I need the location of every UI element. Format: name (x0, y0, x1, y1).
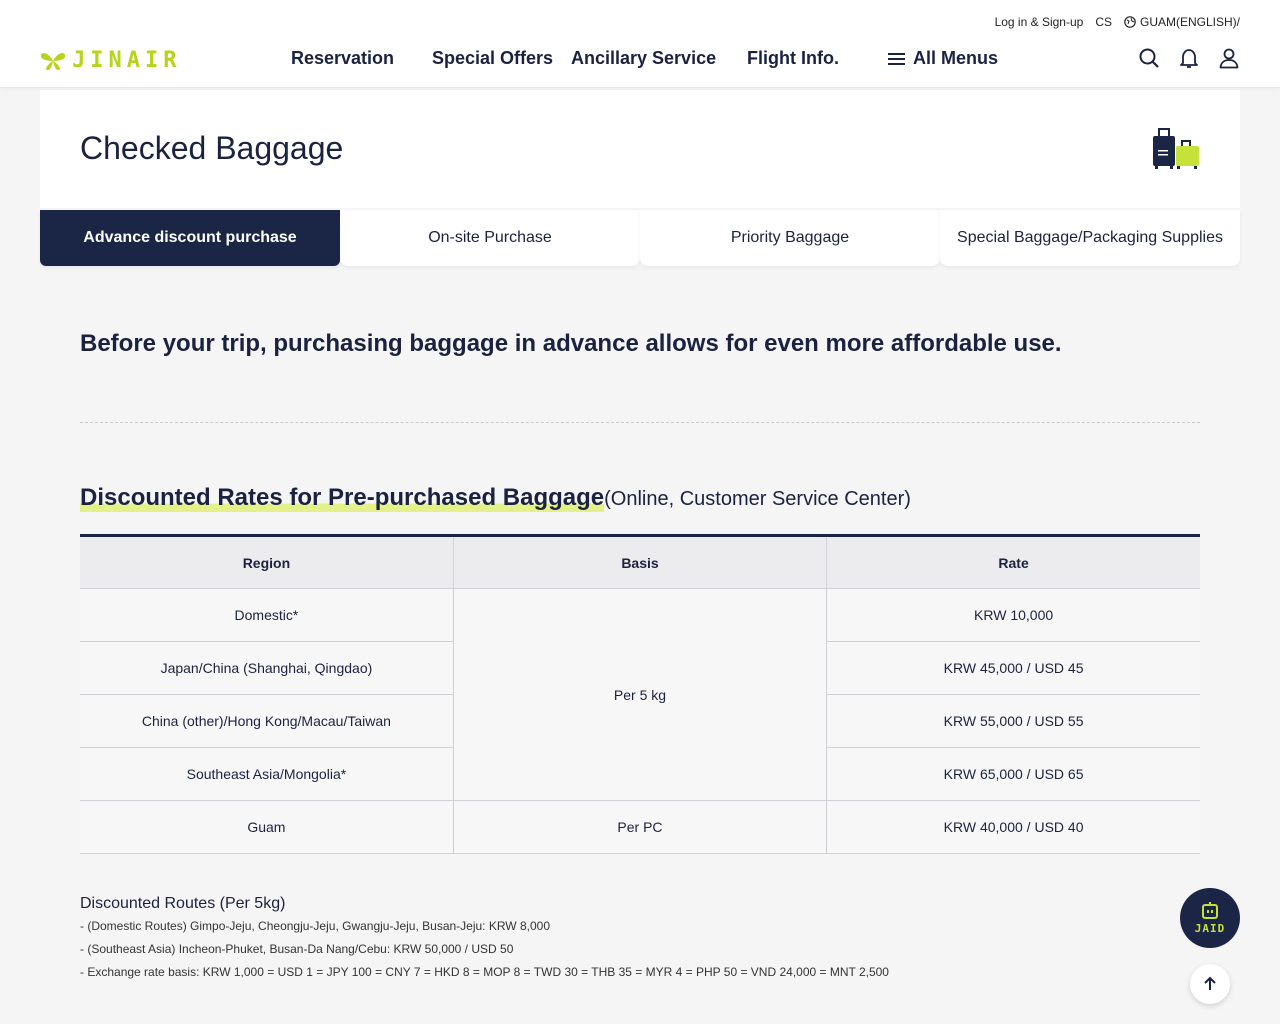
header-basis: Basis (453, 535, 828, 589)
rate-cell: KRW 65,000 / USD 65 (826, 747, 1200, 801)
rate-cell: KRW 40,000 / USD 40 (826, 800, 1200, 854)
bell-icon[interactable] (1178, 47, 1200, 69)
note-item: (Domestic Routes) Gimpo-Jeju, Cheongju-J… (80, 919, 889, 934)
region-cell: China (other)/Hong Kong/Macau/Taiwan (80, 694, 454, 748)
page-title: Checked Baggage (80, 130, 344, 166)
user-icon[interactable] (1218, 47, 1240, 69)
utility-menu: Log in & Sign-up CS GUAM(ENGLISH)/ (995, 15, 1240, 29)
scroll-top-button[interactable] (1190, 964, 1230, 1004)
language-label: GUAM(ENGLISH)/ (1139, 15, 1240, 29)
jaid-label: JAID (1194, 921, 1226, 935)
rate-cell: KRW 55,000 / USD 55 (826, 694, 1200, 748)
note-item: (Southeast Asia) Incheon-Phuket, Busan-D… (80, 942, 889, 957)
tab-advance-discount-purchase[interactable]: Advance discount purchase (40, 210, 340, 266)
table-row: Guam Per PC KRW 40,000 / USD 40 (80, 800, 1200, 854)
globe-icon (1124, 16, 1136, 28)
rates-table: Region Basis Rate Domestic* Per 5 kg KRW… (80, 534, 1200, 854)
robot-icon (1202, 901, 1218, 919)
table-header-row: Region Basis Rate (80, 535, 1200, 589)
region-cell: Guam (80, 800, 454, 854)
region-cell: Southeast Asia/Mongolia* (80, 747, 454, 801)
header-rate: Rate (826, 535, 1200, 589)
logo-text: JINAIR (72, 48, 182, 73)
luggage-icon (1153, 128, 1199, 169)
tab-special-baggage[interactable]: Special Baggage/Packaging Supplies (940, 210, 1240, 266)
site-header: Log in & Sign-up CS GUAM(ENGLISH)/ JINAI… (0, 0, 1280, 88)
notes-list: (Domestic Routes) Gimpo-Jeju, Cheongju-J… (80, 919, 889, 980)
basis-cell: Per PC (453, 800, 828, 854)
nav-special-offers[interactable]: Special Offers (432, 48, 553, 69)
nav-all-menus[interactable]: All Menus (888, 48, 998, 69)
nav-reservation[interactable]: Reservation (291, 48, 394, 69)
tab-on-site-purchase[interactable]: On-site Purchase (340, 210, 640, 266)
table-row: Domestic* Per 5 kg KRW 10,000 (80, 588, 1200, 801)
section-title-main: Discounted Rates for Pre-purchased Bagga… (80, 484, 605, 512)
baggage-tabs: Advance discount purchase On-site Purcha… (40, 210, 1240, 266)
nav-ancillary-service[interactable]: Ancillary Service (571, 48, 716, 69)
hamburger-icon (888, 52, 905, 65)
notes-section: Discounted Routes (Per 5kg) (Domestic Ro… (80, 895, 889, 988)
section-title: Discounted Rates for Pre-purchased Bagga… (80, 484, 911, 512)
basis-cell-merged: Per 5 kg (453, 588, 828, 801)
section-title-sub: (Online, Customer Service Center) (604, 488, 911, 510)
jaid-chatbot-button[interactable]: JAID (1180, 888, 1240, 948)
search-icon[interactable] (1138, 47, 1160, 69)
dashed-divider (80, 422, 1200, 423)
nav-flight-info[interactable]: Flight Info. (747, 48, 839, 69)
page-title-card: Checked Baggage (40, 90, 1240, 208)
tab-priority-baggage[interactable]: Priority Baggage (640, 210, 940, 266)
region-cell: Domestic* (80, 588, 454, 642)
cs-link[interactable]: CS (1095, 15, 1112, 29)
header-icons (1138, 47, 1240, 69)
lead-text: Before your trip, purchasing baggage in … (80, 330, 1062, 357)
notes-title: Discounted Routes (Per 5kg) (80, 895, 286, 912)
rate-cell: KRW 10,000 (826, 588, 1200, 642)
nav-all-menus-label: All Menus (913, 48, 999, 68)
language-selector[interactable]: GUAM(ENGLISH)/ (1124, 15, 1240, 29)
jinair-logo[interactable]: JINAIR (40, 48, 181, 73)
butterfly-icon (40, 52, 66, 70)
region-cell: Japan/China (Shanghai, Qingdao) (80, 641, 454, 695)
note-item: Exchange rate basis: KRW 1,000 = USD 1 =… (80, 965, 889, 980)
header-region: Region (80, 535, 454, 589)
arrow-up-icon (1204, 976, 1216, 990)
rate-cell: KRW 45,000 / USD 45 (826, 641, 1200, 695)
login-signup-link[interactable]: Log in & Sign-up (995, 15, 1084, 29)
